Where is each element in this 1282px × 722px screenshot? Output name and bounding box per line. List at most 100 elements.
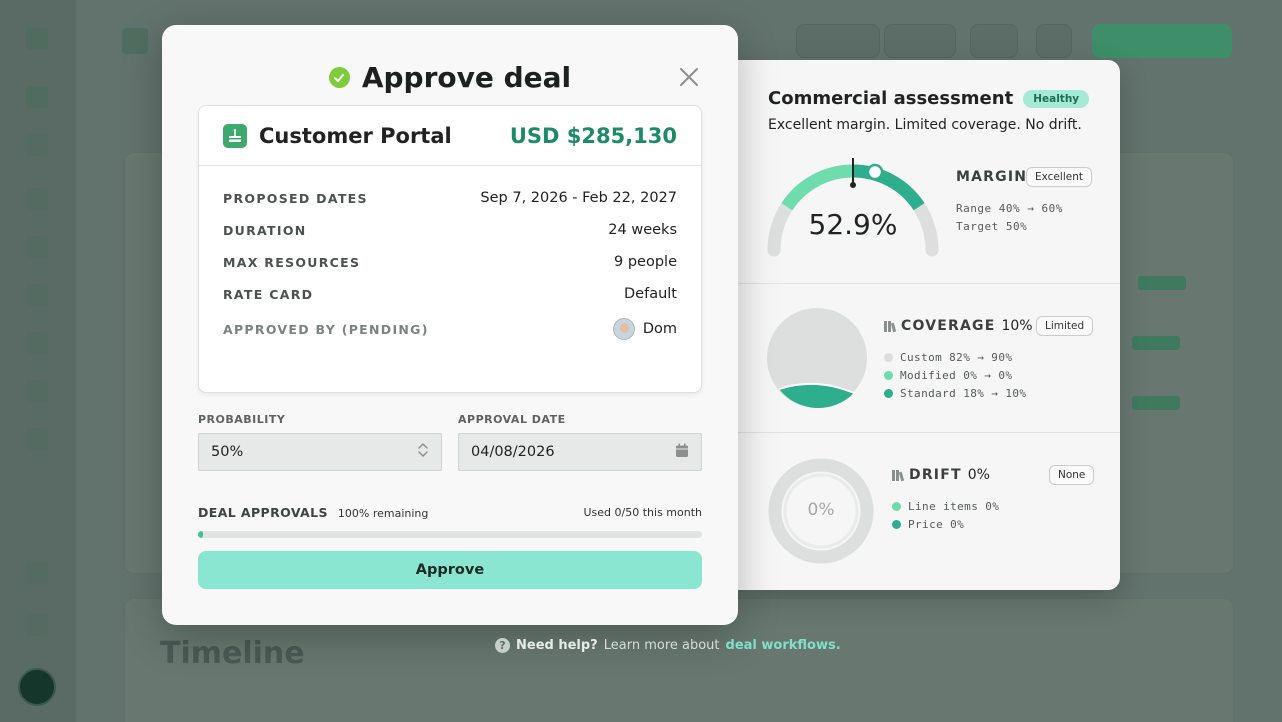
approve-button[interactable]: Approve xyxy=(198,551,702,589)
bg-nav-icon xyxy=(26,86,48,108)
probability-select[interactable]: 50% xyxy=(198,433,442,471)
deal-workflows-link[interactable]: deal workflows. xyxy=(726,638,841,653)
margin-range: Range 40% → 60% xyxy=(956,202,1063,215)
assessment-title: Commercial assessment Healthy xyxy=(768,88,1090,109)
bg-value xyxy=(1132,396,1180,410)
legend-label: Line items 0% xyxy=(908,500,1000,513)
drift-badge: None xyxy=(1049,465,1095,485)
gauge-target-dot xyxy=(850,182,856,188)
coverage-title: COVERAGE 10% xyxy=(884,318,1033,334)
margin-gauge xyxy=(767,158,939,257)
bg-nav-icon xyxy=(26,134,48,156)
legend-label: Standard 18% → 10% xyxy=(900,387,1027,400)
approvals-progress-fill xyxy=(198,531,204,538)
approve-deal-modal: Approve deal Customer Portal USD $285,13… xyxy=(162,25,738,625)
deal-row-duration: DURATION 24 weeks xyxy=(223,222,677,238)
check-circle-icon xyxy=(328,67,350,88)
deal-card-header: Customer Portal USD $285,130 xyxy=(199,106,701,166)
bg-play xyxy=(1036,24,1072,58)
calendar-icon[interactable] xyxy=(675,443,689,462)
legend-dot xyxy=(884,371,893,380)
bg-tab xyxy=(796,24,880,58)
coverage-title-text: COVERAGE xyxy=(901,318,996,334)
close-icon[interactable] xyxy=(678,66,700,88)
bg-tab xyxy=(884,24,956,58)
drift-pct: 0% xyxy=(967,467,990,483)
bg-nav-icon xyxy=(26,614,48,636)
books-icon xyxy=(892,469,905,481)
margin-value: 52.9% xyxy=(808,208,898,241)
margin-title: MARGIN xyxy=(956,169,1028,185)
deal-summary-card: Customer Portal USD $285,130 PROPOSED DA… xyxy=(198,105,702,393)
coverage-legend-modified: Modified 0% → 0% xyxy=(884,369,1012,382)
coverage-pct: 10% xyxy=(1001,318,1033,334)
margin-target: Target 50% xyxy=(956,220,1028,233)
legend-dot xyxy=(884,389,893,398)
approver-name: Dom xyxy=(642,321,677,337)
coverage-legend-standard: Standard 18% → 10% xyxy=(884,387,1026,400)
deal-approvals-title: DEAL APPROVALS xyxy=(198,505,328,520)
probability-label: PROBABILITY xyxy=(198,413,286,426)
coverage-legend-custom: Custom 82% → 90% xyxy=(884,351,1012,364)
bg-sidebar xyxy=(0,0,76,722)
probability-value: 50% xyxy=(211,444,244,460)
drift-center-value: 0% xyxy=(807,500,835,520)
approval-date-input[interactable]: 04/08/2026 xyxy=(458,433,702,471)
row-value: 24 weeks xyxy=(608,222,677,238)
divider xyxy=(738,283,1120,284)
assessment-title-text: Commercial assessment xyxy=(768,88,1014,109)
row-label: APPROVED BY (PENDING) xyxy=(223,321,429,337)
approver: Dom xyxy=(612,318,677,340)
coverage-pie xyxy=(767,308,867,409)
commercial-assessment-panel: Commercial assessment Healthy Excellent … xyxy=(738,60,1120,590)
bg-value xyxy=(1138,276,1186,290)
modal-title-text: Approve deal xyxy=(361,61,572,94)
divider xyxy=(738,432,1120,433)
legend-label: Custom 82% → 90% xyxy=(900,351,1013,364)
margin-badge: Excellent xyxy=(1026,167,1092,187)
question-icon: ? xyxy=(495,638,510,653)
drift-legend-line-items: Line items 0% xyxy=(892,500,999,513)
help-text: Learn more about xyxy=(603,638,720,653)
bg-timeline-title: Timeline xyxy=(160,636,305,671)
deal-row-approved-by: APPROVED BY (PENDING) Dom xyxy=(223,318,677,340)
deal-row-max-resources: MAX RESOURCES 9 people xyxy=(223,254,677,270)
bg-nav-icon xyxy=(26,284,48,306)
approvals-remaining: 100% remaining xyxy=(337,507,429,520)
legend-label: Price 0% xyxy=(908,518,965,531)
bg-nav-icon xyxy=(26,562,48,584)
gauge-range-light xyxy=(781,164,854,211)
bg-nav-icon xyxy=(26,428,48,450)
legend-dot xyxy=(892,520,901,529)
deal-amount: USD $285,130 xyxy=(509,123,677,148)
deal-name: Customer Portal xyxy=(259,123,452,148)
bg-nav-icon xyxy=(26,380,48,402)
row-label: RATE CARD xyxy=(223,286,314,302)
coverage-badge: Limited xyxy=(1036,316,1094,336)
row-label: MAX RESOURCES xyxy=(223,254,361,270)
status-badge: Healthy xyxy=(1023,89,1090,108)
help-strong: Need help? xyxy=(516,638,598,653)
legend-dot xyxy=(884,353,893,362)
row-value: Default xyxy=(624,286,677,302)
bg-logo-icon xyxy=(26,28,48,50)
gauge-value-knob xyxy=(866,163,884,181)
gauge-range-dark xyxy=(852,164,925,211)
help-line: ? Need help? Learn more about deal workf… xyxy=(495,638,841,653)
legend-dot xyxy=(892,502,901,511)
assessment-summary: Excellent margin. Limited coverage. No d… xyxy=(768,117,1082,133)
bg-nav-icon xyxy=(26,236,48,258)
approval-date-label: APPROVAL DATE xyxy=(458,413,566,426)
drift-title: DRIFT 0% xyxy=(892,467,990,483)
row-value: Sep 7, 2026 - Feb 22, 2027 xyxy=(480,190,677,206)
deal-approvals-label: DEAL APPROVALS 100% remaining xyxy=(198,505,428,520)
drift-title-text: DRIFT xyxy=(909,467,962,483)
bg-value xyxy=(1132,336,1180,350)
bg-nav-icon xyxy=(26,188,48,210)
cake-icon xyxy=(223,123,247,148)
approvals-used: Used 0/50 this month xyxy=(583,506,703,519)
bg-nav-icon xyxy=(26,332,48,354)
avatar xyxy=(612,318,635,340)
modal-title: Approve deal xyxy=(162,61,738,94)
approvals-progress-bar xyxy=(198,531,702,538)
